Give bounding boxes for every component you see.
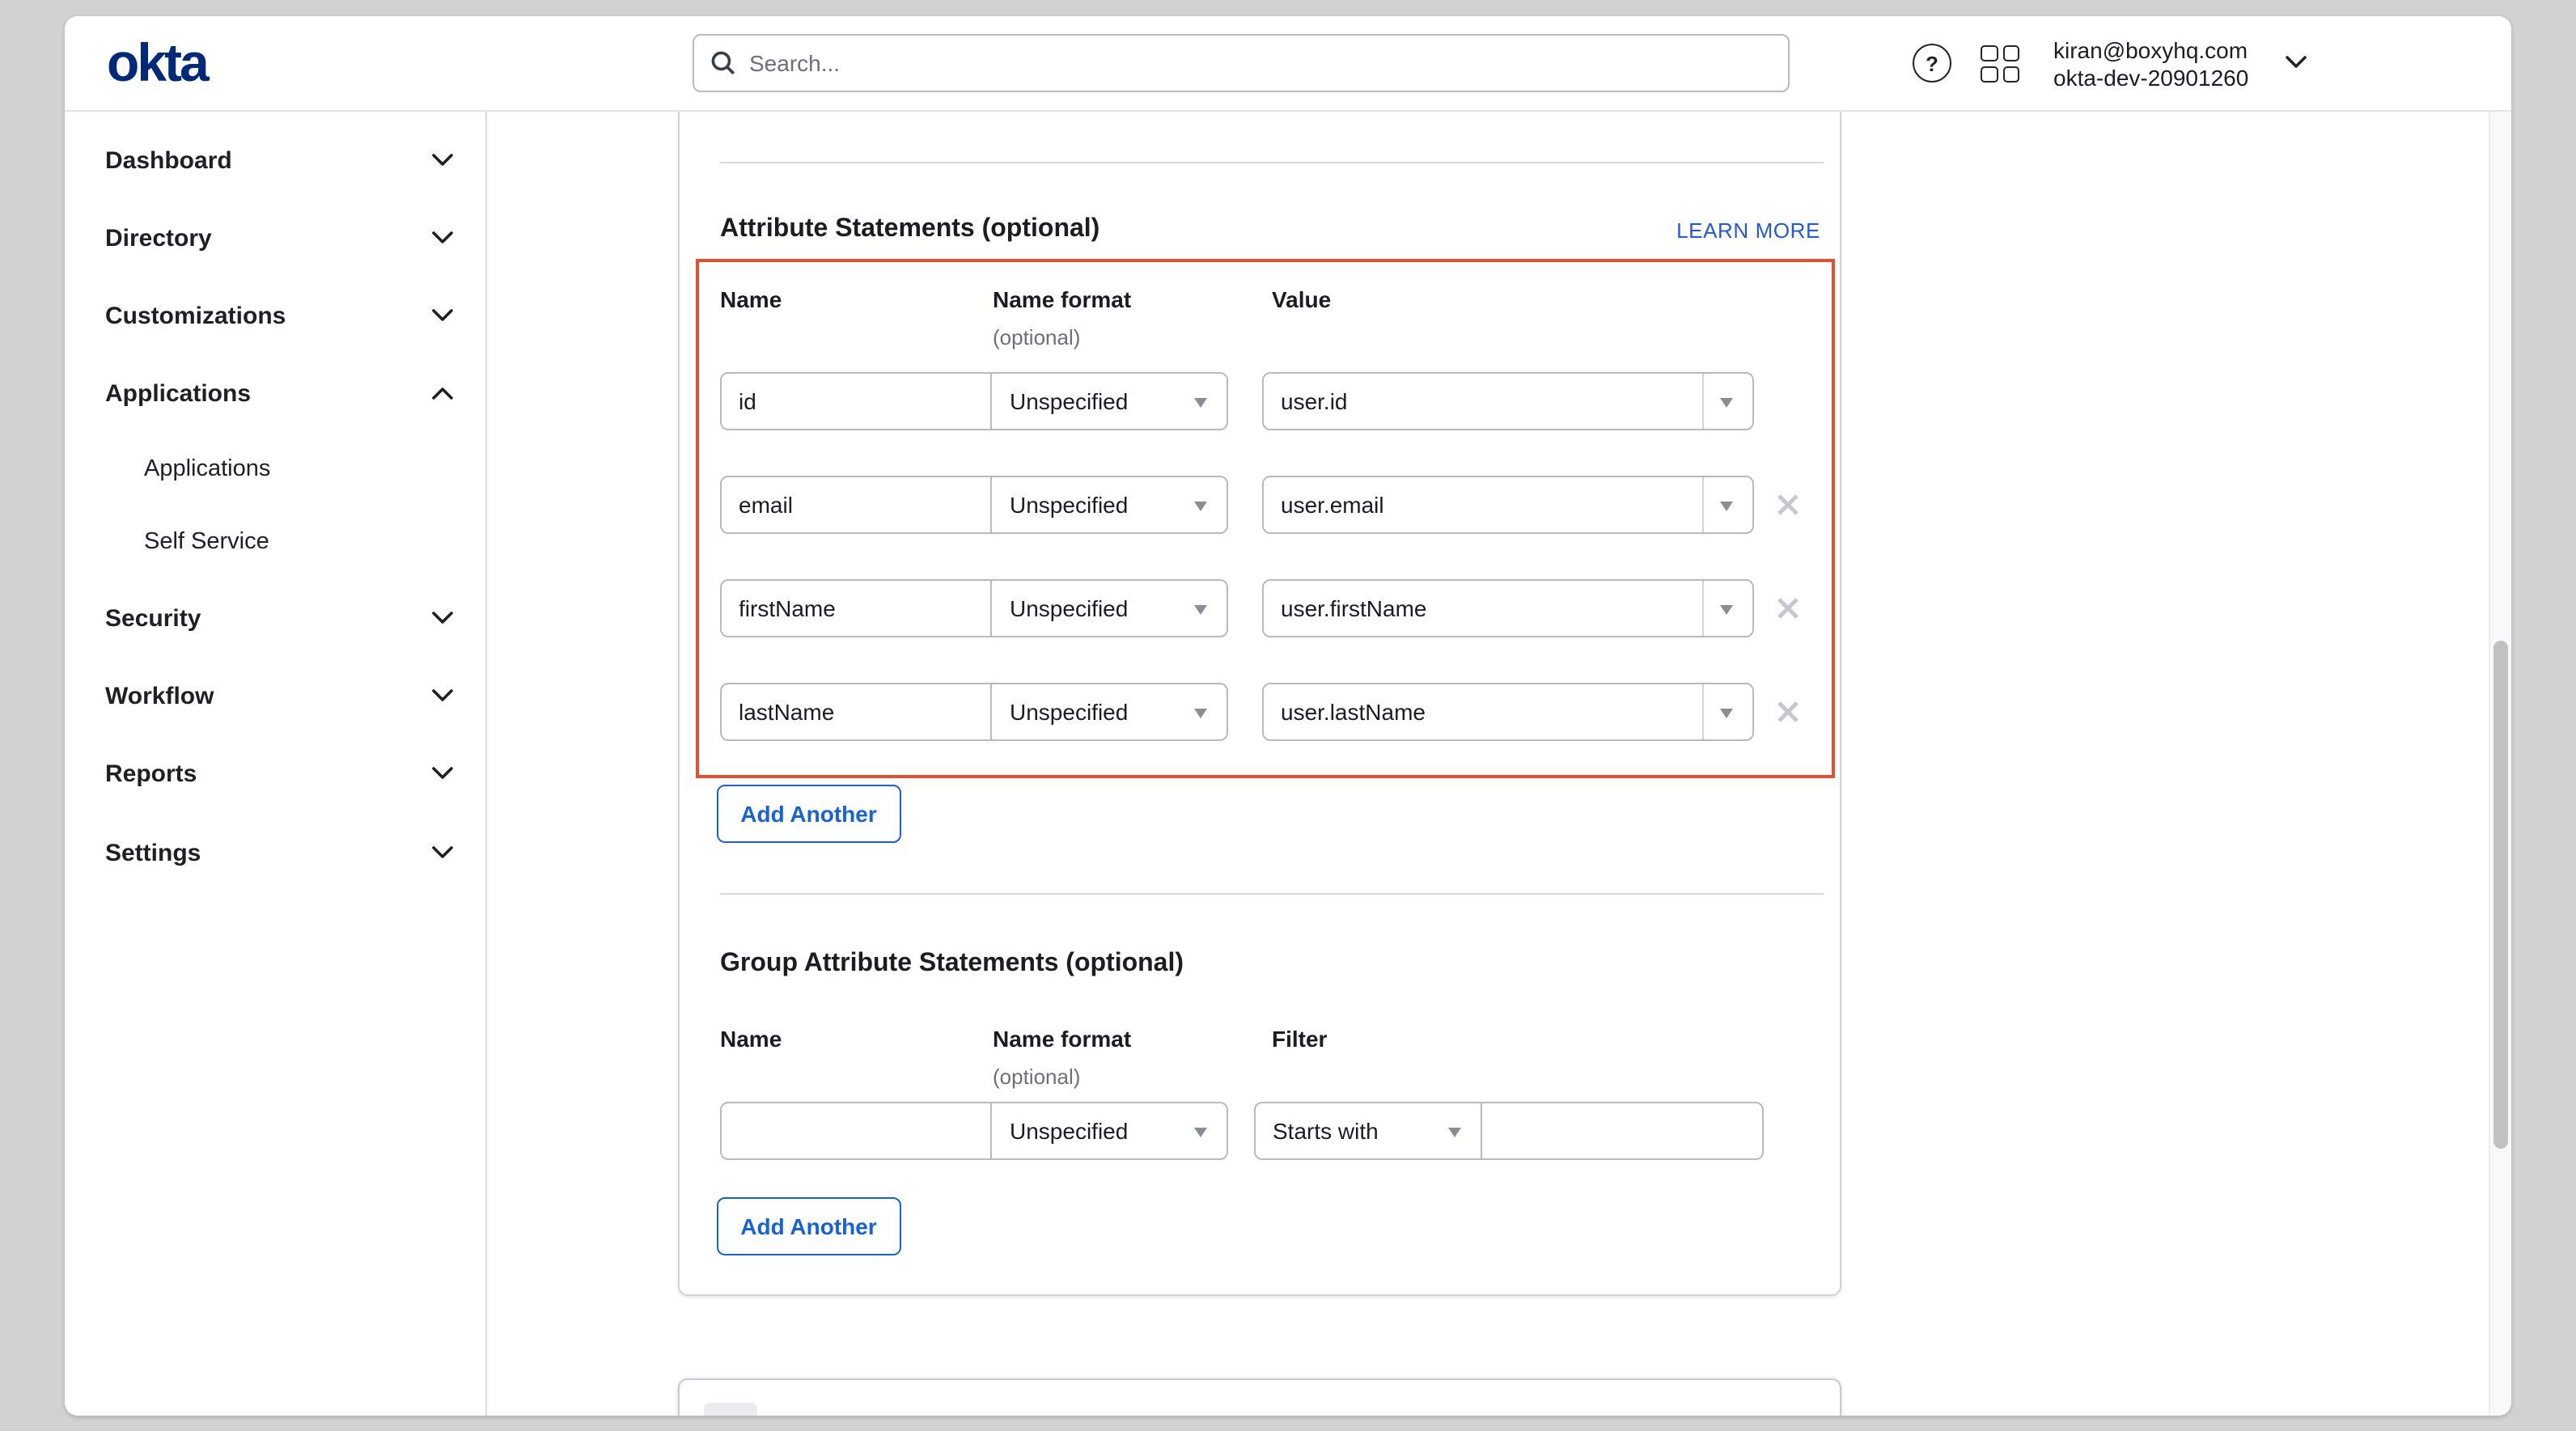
sidebar-item-reports[interactable]: Reports [105, 757, 453, 790]
account-chevron-down-icon[interactable] [2285, 55, 2307, 70]
column-note-optional: (optional) [993, 1064, 1080, 1088]
global-search[interactable] [693, 34, 1790, 92]
chevron-down-icon [432, 309, 453, 322]
chevron-down-icon [432, 612, 453, 624]
panel-placeholder-square [703, 1402, 756, 1415]
vertical-scrollbar-track[interactable] [2488, 111, 2511, 1415]
attribute-row: Unspecified [680, 476, 1843, 534]
group-attribute-statements-title: Group Attribute Statements (optional) [720, 949, 1184, 978]
chevron-down-icon [432, 767, 453, 780]
attr-name-input[interactable] [719, 579, 992, 637]
attribute-statements-title: Attribute Statements (optional) [720, 214, 1099, 243]
learn-more-link[interactable]: LEARN MORE [1676, 218, 1820, 242]
attr-value-combobox[interactable] [1261, 476, 1754, 534]
select-caret-icon [1720, 501, 1733, 510]
chevron-down-icon [432, 231, 453, 244]
attr-value-input[interactable] [1263, 374, 1701, 429]
select-caret-icon [1194, 604, 1207, 614]
account-menu[interactable]: kiran@boxyhq.com okta-dev-20901260 [2053, 37, 2277, 91]
attr-value-input[interactable] [1263, 684, 1701, 739]
attr-value-combobox[interactable] [1261, 683, 1754, 741]
combobox-dropdown-zone[interactable] [1701, 477, 1752, 532]
column-header-format: Name format [993, 286, 1131, 312]
group-attribute-row: Unspecified Starts with [680, 1102, 1843, 1160]
attr-name-input[interactable] [719, 476, 992, 534]
next-section-panel [678, 1378, 1841, 1415]
remove-row-icon[interactable] [1777, 493, 1799, 516]
select-caret-icon [1720, 397, 1733, 407]
attribute-row: Unspecified [680, 372, 1843, 430]
chevron-up-icon [432, 387, 453, 400]
screen: okta ? kiran@boxyhq.com okta-dev-2090126… [0, 0, 2576, 1431]
account-org: okta-dev-20901260 [2053, 64, 2277, 91]
section-divider [720, 162, 1824, 163]
search-input[interactable] [749, 50, 1772, 76]
column-header-format: Name format [993, 1026, 1131, 1052]
select-caret-icon [1194, 397, 1207, 407]
vertical-scrollbar-thumb[interactable] [2493, 641, 2508, 1149]
select-caret-icon [1448, 1127, 1461, 1137]
name-format-select[interactable]: Unspecified [992, 476, 1228, 534]
attr-value-input[interactable] [1263, 477, 1701, 532]
attr-value-input[interactable] [1263, 581, 1701, 636]
column-header-name: Name [720, 286, 782, 312]
attr-name-input[interactable] [719, 683, 992, 741]
attribute-row: Unspecified [680, 579, 1843, 637]
group-name-input[interactable] [719, 1102, 992, 1160]
sidebar-item-workflow[interactable]: Workflow [105, 680, 453, 712]
top-header: okta ? kiran@boxyhq.com okta-dev-2090126… [65, 16, 2511, 111]
sidebar-item-applications-sub[interactable]: Applications [144, 453, 387, 485]
sidebar-item-applications[interactable]: Applications [105, 377, 453, 409]
combobox-dropdown-zone[interactable] [1701, 581, 1752, 636]
remove-row-icon[interactable] [1777, 701, 1799, 723]
section-divider [720, 893, 1824, 895]
sidebar-item-dashboard[interactable]: Dashboard [105, 144, 453, 176]
select-caret-icon [1194, 708, 1207, 718]
select-caret-icon [1720, 708, 1733, 718]
group-filter-value-input[interactable] [1482, 1102, 1763, 1160]
sidebar-item-directory[interactable]: Directory [105, 222, 453, 254]
group-name-format-select[interactable]: Unspecified [992, 1102, 1228, 1160]
saml-settings-panel: Attribute Statements (optional) LEARN MO… [678, 111, 1841, 1296]
column-header-filter: Filter [1272, 1026, 1327, 1052]
help-icon[interactable]: ? [1913, 44, 1951, 83]
account-email: kiran@boxyhq.com [2053, 37, 2277, 64]
select-caret-icon [1194, 1127, 1207, 1137]
remove-row-icon[interactable] [1777, 597, 1799, 620]
chevron-down-icon [432, 154, 453, 167]
sidebar-item-self-service[interactable]: Self Service [144, 526, 387, 558]
apps-grid-icon[interactable] [1981, 45, 2019, 83]
sidebar-item-customizations[interactable]: Customizations [105, 299, 453, 332]
combobox-dropdown-zone[interactable] [1701, 374, 1752, 429]
add-another-group-attribute-button[interactable]: Add Another [716, 1197, 901, 1255]
select-caret-icon [1194, 501, 1207, 510]
column-header-value: Value [1272, 286, 1331, 312]
attr-value-combobox[interactable] [1261, 579, 1754, 637]
chevron-down-icon [432, 689, 453, 702]
attr-name-input[interactable] [719, 372, 992, 430]
attribute-row: Unspecified [680, 683, 1843, 741]
name-format-select[interactable]: Unspecified [992, 372, 1228, 430]
group-filter-type-select[interactable]: Starts with [1253, 1102, 1482, 1160]
sidebar-item-security[interactable]: Security [105, 602, 453, 634]
attr-value-combobox[interactable] [1261, 372, 1754, 430]
sidebar-item-settings[interactable]: Settings [105, 836, 453, 869]
chevron-down-icon [432, 846, 453, 859]
add-another-attribute-button[interactable]: Add Another [716, 785, 901, 843]
combobox-dropdown-zone[interactable] [1701, 684, 1752, 739]
app-window: okta ? kiran@boxyhq.com okta-dev-2090126… [65, 16, 2511, 1415]
search-icon [710, 50, 736, 76]
column-note-optional: (optional) [993, 324, 1080, 349]
sidebar-divider [485, 111, 487, 1415]
name-format-select[interactable]: Unspecified [992, 579, 1228, 637]
column-header-name: Name [720, 1026, 782, 1052]
select-caret-icon [1720, 604, 1733, 614]
name-format-select[interactable]: Unspecified [992, 683, 1228, 741]
okta-logo: okta [107, 34, 207, 92]
